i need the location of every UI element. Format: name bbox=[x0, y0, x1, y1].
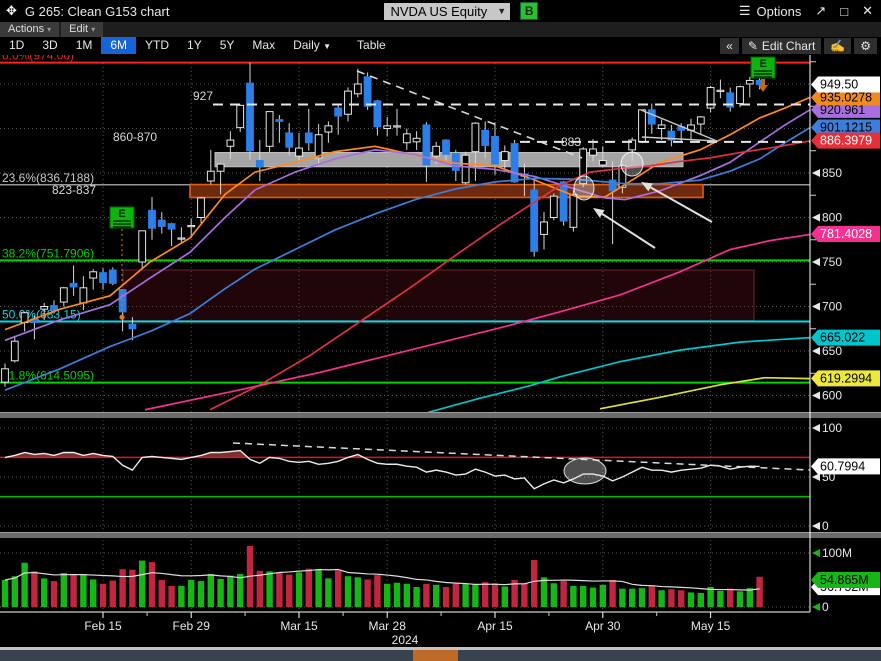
x-axis-label: Apr 15 bbox=[477, 619, 513, 633]
price-tag: 949.50 bbox=[811, 76, 880, 93]
rsi-axis-label: 0 bbox=[822, 519, 829, 533]
hamburger-icon: ☰ bbox=[738, 3, 751, 18]
security-name: NVDA US Equity bbox=[390, 3, 488, 19]
rsi-highlight-circle bbox=[563, 457, 607, 485]
tag-value: 665.022 bbox=[820, 331, 865, 345]
chart-scrollbar bbox=[0, 647, 881, 661]
volume-last-tag: 54.865M bbox=[811, 572, 880, 588]
x-axis-label: Feb 15 bbox=[84, 619, 122, 633]
tag-value: 886.3979 bbox=[820, 134, 872, 148]
period-6m[interactable]: 6M bbox=[101, 37, 137, 54]
window-controls: ☰ Options ↗ □ ✕ bbox=[739, 3, 881, 19]
earnings-marker: E bbox=[750, 56, 776, 79]
highlight-circle bbox=[573, 175, 595, 201]
price-axis-label: 650 bbox=[822, 344, 842, 358]
actions-menu[interactable]: Actions ▾ bbox=[0, 22, 60, 37]
x-axis-label: May 15 bbox=[691, 619, 731, 633]
maximize-icon[interactable]: □ bbox=[840, 4, 848, 19]
period-ytd[interactable]: YTD bbox=[136, 37, 178, 54]
fib-label: 38.2%(751.7906) bbox=[2, 246, 94, 260]
price-annotation: 823-837 bbox=[52, 183, 96, 197]
menu-bar: Actions ▾ Edit ▾ bbox=[0, 22, 881, 37]
price-tag: 619.2994 bbox=[811, 370, 880, 387]
price-axis-label: 600 bbox=[822, 389, 842, 403]
chart-canvas: 0.0%(974.00)23.6%(836.7188)38.2%(751.790… bbox=[0, 55, 881, 647]
period-1m[interactable]: 1M bbox=[67, 37, 102, 54]
frequency-dropdown[interactable]: Daily ▼ bbox=[284, 37, 340, 54]
price-axis-label: 750 bbox=[822, 255, 842, 269]
collapse-button[interactable]: « bbox=[720, 37, 739, 54]
x-axis-label: Mar 15 bbox=[280, 619, 318, 633]
popout-icon[interactable]: ↗ bbox=[815, 3, 826, 19]
b-button[interactable]: B bbox=[520, 2, 539, 20]
period-1y[interactable]: 1Y bbox=[178, 37, 211, 54]
highlight-circle bbox=[620, 151, 644, 177]
tag-value: 949.50 bbox=[820, 77, 858, 91]
fib-label: 0.0%(974.00) bbox=[2, 55, 74, 63]
pencil-icon: ✎ bbox=[747, 38, 758, 53]
edit-menu[interactable]: Edit ▾ bbox=[61, 22, 104, 37]
chevron-down-icon[interactable]: ▼ bbox=[497, 3, 506, 20]
price-annotation: 883 bbox=[561, 135, 581, 149]
tag-value: 781.4028 bbox=[820, 227, 872, 241]
volume-axis-label: 0 bbox=[822, 600, 829, 614]
scrollbar-track[interactable] bbox=[0, 650, 881, 661]
scrollbar-thumb[interactable] bbox=[413, 650, 458, 661]
price-tag: 781.4028 bbox=[811, 226, 880, 243]
earnings-dot bbox=[119, 314, 125, 320]
price-tag: 665.022 bbox=[811, 329, 880, 346]
table-button[interactable]: Table bbox=[348, 37, 395, 54]
terminal-window: ✥ G 265: Clean G153 chart NVDA US Equity… bbox=[0, 0, 881, 661]
options-button[interactable]: ☰ Options bbox=[739, 3, 801, 19]
security-field[interactable]: NVDA US Equity ▼ bbox=[384, 2, 511, 20]
tag-value: 60.7994 bbox=[820, 459, 865, 473]
window-title: G 265: Clean G153 chart bbox=[24, 3, 170, 19]
title-bar: ✥ G 265: Clean G153 chart NVDA US Equity… bbox=[0, 0, 881, 22]
earnings-arrow bbox=[761, 79, 765, 85]
chart-toolbar: 1D 3D 1M 6M YTD 1Y 5Y Max Daily ▼ Table … bbox=[0, 37, 881, 54]
move-icon[interactable]: ✥ bbox=[6, 3, 17, 19]
tag-value: 901.1215 bbox=[820, 121, 872, 135]
x-axis-label: Mar 28 bbox=[369, 619, 407, 633]
edit-chart-button[interactable]: ✎ Edit Chart bbox=[741, 37, 822, 54]
price-axis-label: 800 bbox=[822, 211, 842, 225]
price-annotation: 860-870 bbox=[113, 130, 157, 144]
price-axis-label: 850 bbox=[822, 166, 842, 180]
period-5y[interactable]: 5Y bbox=[211, 37, 244, 54]
period-max[interactable]: Max bbox=[243, 37, 284, 54]
earnings-marker: E bbox=[109, 206, 135, 229]
period-1d[interactable]: 1D bbox=[0, 37, 33, 54]
svg-text:E: E bbox=[118, 208, 125, 220]
svg-text:E: E bbox=[759, 58, 766, 70]
x-axis-label: Apr 30 bbox=[585, 619, 621, 633]
period-3d[interactable]: 3D bbox=[33, 37, 66, 54]
fib-label: 61.8%(614.5095) bbox=[2, 369, 94, 383]
price-annotation: 927 bbox=[193, 89, 213, 103]
rsi-axis-label: 100 bbox=[822, 421, 842, 435]
close-icon[interactable]: ✕ bbox=[862, 3, 873, 19]
shaded-zone bbox=[122, 269, 755, 322]
volume-axis-label: 100M bbox=[822, 546, 852, 560]
x-axis-year: 2024 bbox=[392, 633, 419, 647]
gear-icon[interactable]: ⚙ bbox=[854, 37, 877, 54]
tag-value: 619.2994 bbox=[820, 371, 872, 385]
price-axis-label: 700 bbox=[822, 300, 842, 314]
right-tools: « ✎ Edit Chart ✍ ⚙ bbox=[720, 37, 881, 54]
price-tag: 886.3979 bbox=[811, 132, 880, 149]
rsi-tag: 60.7994 bbox=[811, 458, 880, 475]
x-axis-label: Feb 29 bbox=[173, 619, 211, 633]
tag-value: 54.865M bbox=[820, 573, 869, 587]
annotate-icon[interactable]: ✍ bbox=[824, 37, 852, 54]
